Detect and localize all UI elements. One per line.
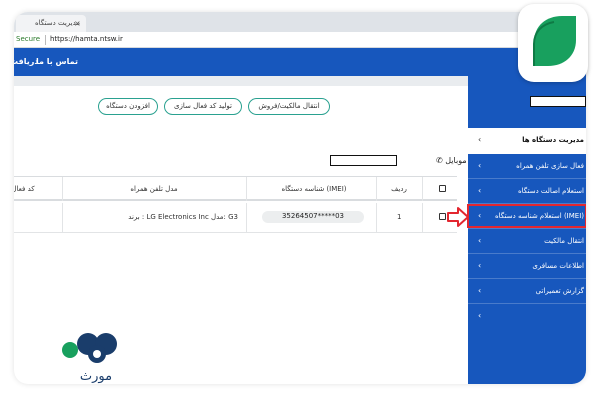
leaf-logo-icon: [533, 16, 576, 66]
sidebar-item-ownership-transfer[interactable]: ‹ انتقال مالکیت: [468, 229, 586, 254]
header-imei: شناسه دستگاه (IMEI): [281, 185, 347, 193]
row-index: 1: [397, 213, 402, 221]
url-text[interactable]: https://hamta.ntsw.ir: [50, 35, 123, 43]
column-divider: [246, 203, 247, 233]
address-bar[interactable]: Secure https://hamta.ntsw.ir: [14, 32, 586, 48]
phone-number-redacted: [330, 155, 397, 166]
sidebar-item-traveler-info[interactable]: ‹ اطلاعات مسافری: [468, 254, 586, 279]
browser-tab[interactable]: مدیریت دستگاه ×: [16, 15, 86, 32]
chevron-left-icon: ‹: [478, 135, 482, 144]
sidebar-item-label: فعال سازی تلفن همراه: [516, 162, 584, 170]
column-divider: [376, 177, 377, 201]
chevron-left-icon: ‹: [478, 186, 482, 195]
sidebar-item-label: انتقال مالکیت: [544, 237, 584, 245]
sidebar-item-repair-reports[interactable]: ‹ گزارش تعمیراتی: [468, 279, 586, 304]
screenshot-frame: مدیریت دستگاه × Secure https://hamta.nts…: [14, 12, 586, 384]
chevron-left-icon: ‹: [478, 311, 482, 320]
table-header: ردیف شناسه دستگاه (IMEI) مدل تلفن همراه …: [14, 177, 457, 201]
security-label: Secure: [16, 35, 41, 43]
chevron-left-icon: ‹: [478, 236, 482, 245]
imei-highlight-box: [467, 204, 586, 228]
column-divider: [62, 177, 63, 201]
watermark-logo: مورث: [62, 333, 117, 384]
add-device-button[interactable]: افزودن دستگاه: [98, 98, 158, 115]
model-value: برند : LG Electronics Inc مدل: G3: [128, 213, 238, 221]
sidebar-header-label: مدیریت دستگاه ها: [522, 136, 584, 144]
select-all-checkbox[interactable]: [439, 185, 446, 192]
row-checkbox[interactable]: [439, 213, 446, 220]
sidebar-item-device-authenticity[interactable]: ‹ استعلام اصالت دستگاه: [468, 179, 586, 204]
close-icon[interactable]: ×: [74, 19, 81, 28]
sidebar: ‹ مدیریت دستگاه ها ‹ فعال سازی تلفن همرا…: [468, 76, 586, 384]
nav-contact-us[interactable]: تماس با ما: [36, 57, 78, 66]
top-navbar: تماس با ما دریافت: [14, 48, 586, 76]
generate-activation-code-button[interactable]: تولید کد فعال سازی: [164, 98, 242, 115]
phone-icon: ✆: [436, 156, 443, 165]
sidebar-item-empty[interactable]: ‹: [468, 304, 586, 329]
table-row[interactable]: 1 35264507*****03 برند : LG Electronics …: [14, 203, 457, 233]
chevron-left-icon: ‹: [478, 161, 482, 170]
sidebar-item-label: گزارش تعمیراتی: [535, 287, 584, 295]
imei-value: 35264507*****03: [262, 211, 364, 223]
header-row-index: ردیف: [391, 185, 407, 193]
red-arrow-icon: [447, 207, 469, 227]
sidebar-item-label: استعلام اصالت دستگاه: [517, 187, 584, 195]
column-divider: [422, 203, 423, 233]
column-divider: [62, 203, 63, 233]
sidebar-item-label: اطلاعات مسافری: [532, 262, 584, 270]
nav-receive[interactable]: دریافت: [14, 57, 38, 66]
transfer-ownership-button[interactable]: انتقال مالکیت/فروش: [248, 98, 330, 115]
corner-logo-badge: [518, 4, 588, 82]
address-separator: [45, 35, 46, 45]
column-divider: [422, 177, 423, 201]
user-info-redacted: [530, 96, 586, 107]
devices-table: ردیف شناسه دستگاه (IMEI) مدل تلفن همراه …: [14, 176, 457, 233]
header-model: مدل تلفن همراه: [130, 185, 178, 193]
sidebar-header[interactable]: ‹ مدیریت دستگاه ها: [468, 128, 586, 154]
column-divider: [246, 177, 247, 201]
column-divider: [376, 203, 377, 233]
content-top-band: [14, 76, 468, 86]
header-activation-code: کد فعال: [14, 185, 35, 193]
watermark-text: مورث: [80, 369, 112, 384]
chevron-left-icon: ‹: [478, 286, 482, 295]
chevron-left-icon: ‹: [478, 261, 482, 270]
browser-tab-bar: مدیریت دستگاه ×: [14, 12, 586, 32]
sidebar-item-phone-activation[interactable]: ‹ فعال سازی تلفن همراه: [468, 154, 586, 179]
